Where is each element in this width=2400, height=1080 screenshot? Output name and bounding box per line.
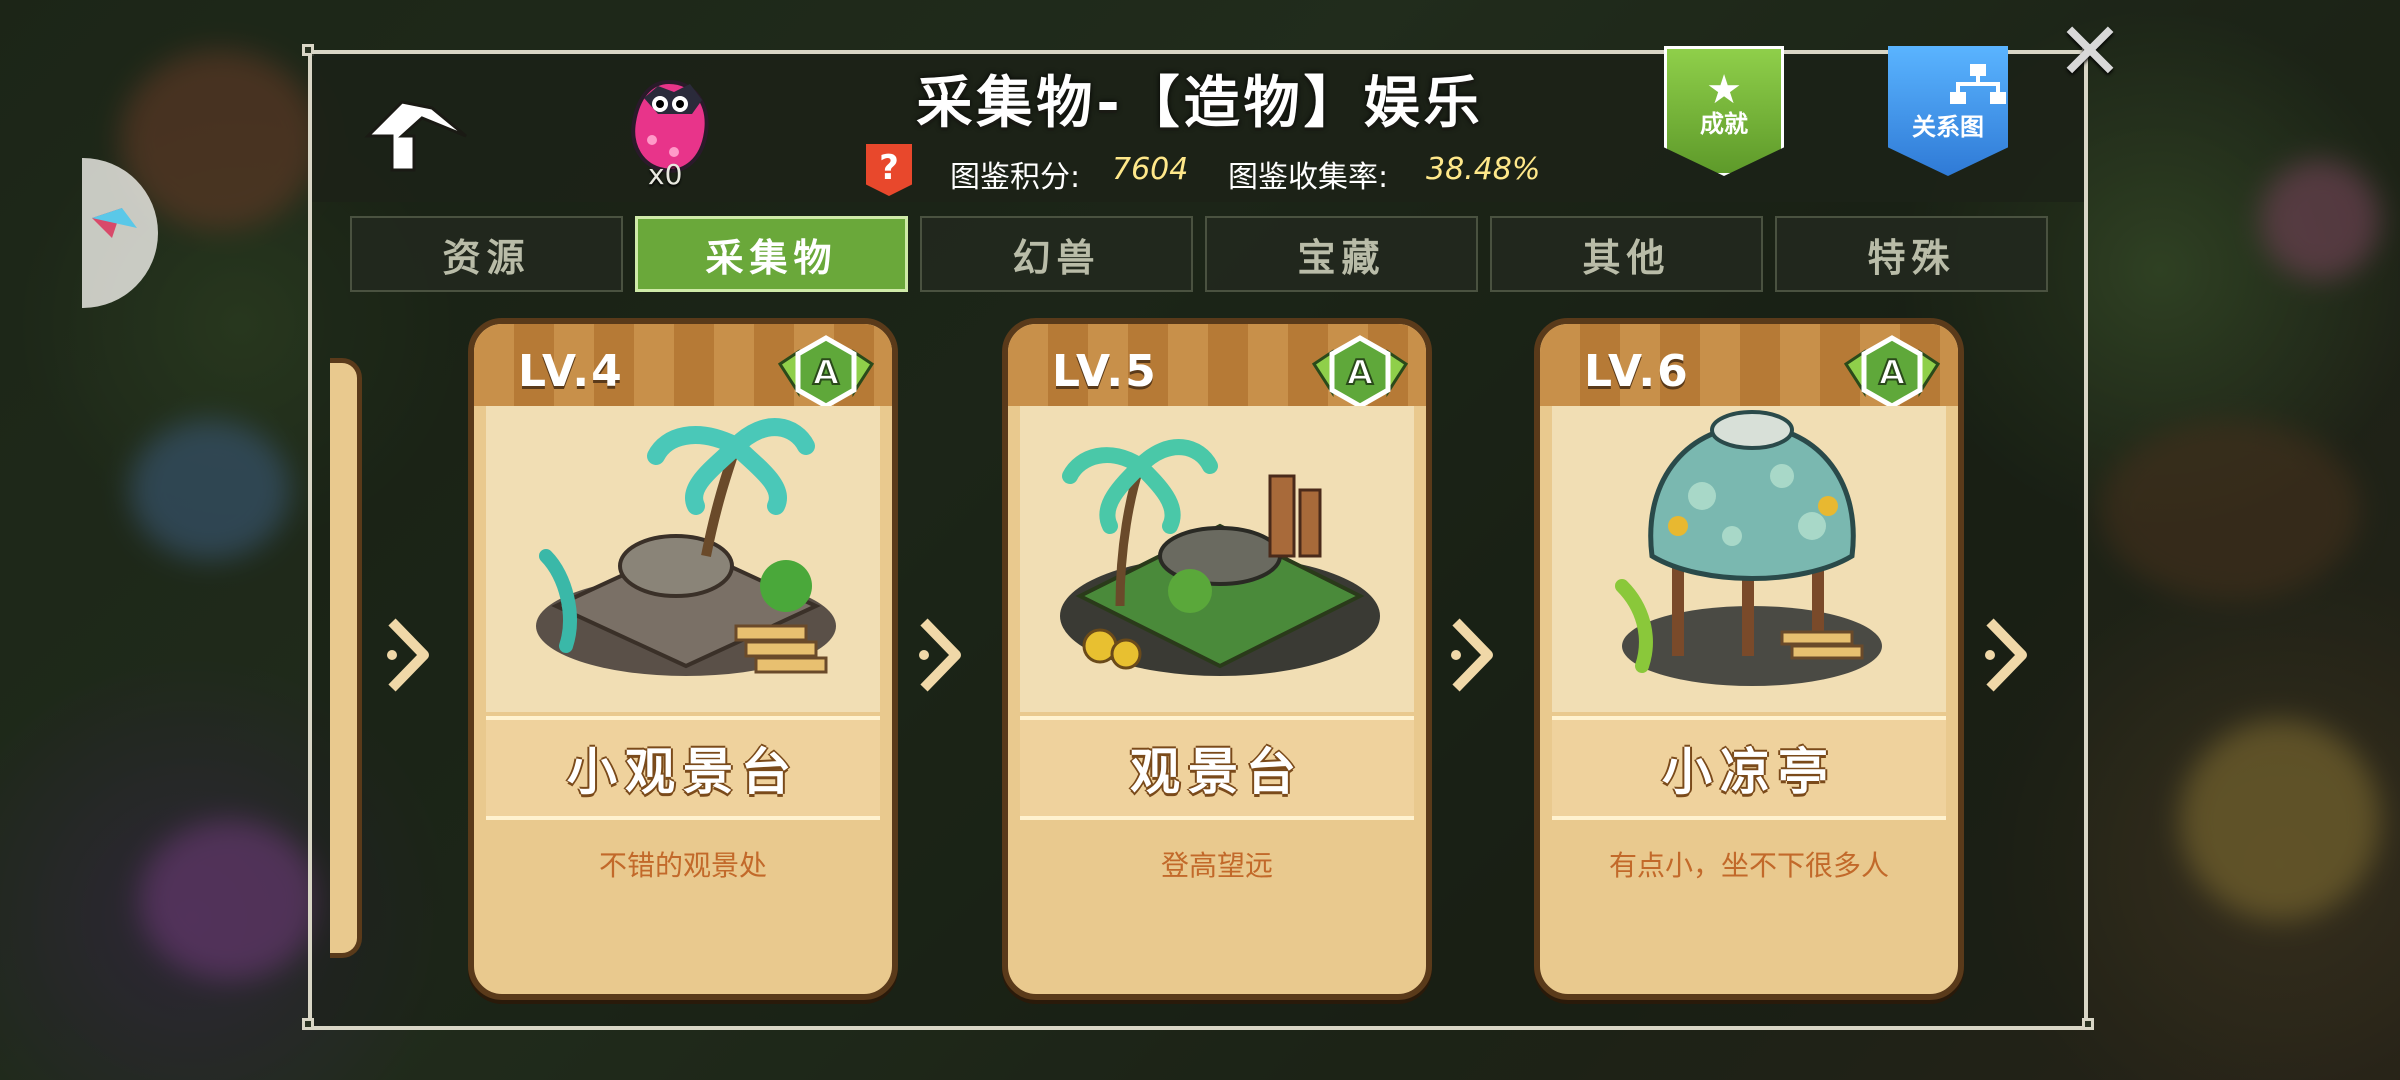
svg-text:A: A <box>813 353 840 393</box>
small-viewing-platform-image <box>486 406 880 712</box>
mascot-count: x0 <box>648 158 683 191</box>
close-button[interactable]: ✕ <box>2052 12 2128 92</box>
frame-corner <box>302 1018 314 1030</box>
tab-gatherables[interactable]: 采集物 <box>635 216 908 292</box>
svg-text:A: A <box>1879 353 1906 393</box>
stars-icon: ★ <box>1706 67 1742 113</box>
card-level: LV.4 <box>518 346 624 397</box>
previous-card-edge[interactable] <box>330 358 362 958</box>
frame-corner <box>2082 1018 2094 1030</box>
relation-map-label: 关系图 <box>1912 113 1984 141</box>
chevron-right-icon <box>1442 610 1502 700</box>
small-pavilion-image <box>1552 406 1946 712</box>
chevron-right-icon <box>378 610 438 700</box>
item-card[interactable]: LV.4 A 小观景台 不错的观景处 <box>468 318 898 1000</box>
chevron-right-icon <box>1976 610 2036 700</box>
category-tabs: 资源 采集物 幻兽 宝藏 其他 特殊 <box>350 216 2050 292</box>
tab-beasts[interactable]: 幻兽 <box>920 216 1193 292</box>
grade-badge-icon: A <box>1310 334 1410 410</box>
page-title: 采集物-【造物】娱乐 <box>916 71 1484 136</box>
item-card[interactable]: LV.5 A 观景台 登高望远 <box>1002 318 1432 1000</box>
card-description: 有点小，坐不下很多人 <box>1608 849 1889 882</box>
tab-resources[interactable]: 资源 <box>350 216 623 292</box>
card-name: 观景台 <box>1020 716 1414 820</box>
card-level: LV.5 <box>1052 346 1158 397</box>
tab-treasures[interactable]: 宝藏 <box>1205 216 1478 292</box>
viewing-platform-image <box>1020 406 1414 712</box>
card-description: 不错的观景处 <box>598 849 767 882</box>
back-button[interactable] <box>362 96 472 174</box>
item-card[interactable]: LV.6 A 小凉亭 有点小，坐不下很多人 <box>1534 318 1964 1000</box>
collection-score-value: 7604 <box>1112 152 1189 187</box>
collection-score-label: 图鉴积分: <box>950 160 1081 195</box>
back-arrow-icon <box>364 100 467 172</box>
card-name: 小观景台 <box>486 716 880 820</box>
card-level: LV.6 <box>1584 346 1690 397</box>
grade-badge-icon: A <box>1842 334 1942 410</box>
card-description: 登高望远 <box>1160 849 1273 882</box>
side-drawer-tab[interactable] <box>82 158 158 308</box>
chevron-right-icon <box>910 610 970 700</box>
tab-other[interactable]: 其他 <box>1490 216 1763 292</box>
collection-rate-label: 图鉴收集率: <box>1228 160 1389 195</box>
collection-rate-value: 38.48% <box>1426 152 1541 187</box>
card-name: 小凉亭 <box>1552 716 1946 820</box>
svg-text:A: A <box>1347 353 1374 393</box>
grade-badge-icon: A <box>776 334 876 410</box>
tab-special[interactable]: 特殊 <box>1775 216 2048 292</box>
